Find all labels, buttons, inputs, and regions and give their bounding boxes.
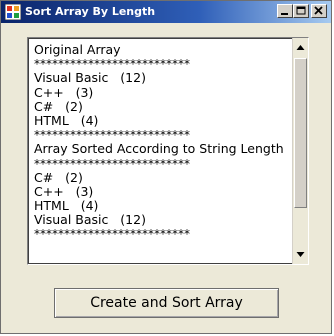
maximize-icon (296, 6, 306, 15)
list-item[interactable]: ************************** (29, 157, 292, 171)
list-item[interactable]: C++ (3) (29, 85, 292, 100)
maximize-button[interactable] (293, 4, 309, 18)
close-button[interactable] (311, 4, 327, 18)
list-item[interactable]: Visual Basic (12) (29, 213, 292, 227)
list-item[interactable]: C++ (3) (29, 184, 292, 199)
list-item[interactable]: ************************** (29, 57, 292, 71)
minimize-icon (281, 13, 288, 15)
scrollbar-thumb[interactable] (294, 58, 307, 208)
create-and-sort-array-button[interactable]: Create and Sort Array (54, 288, 279, 318)
scroll-up-arrow-icon[interactable] (293, 40, 308, 56)
list-item[interactable]: Visual Basic (12) (29, 71, 292, 85)
close-icon (314, 6, 323, 15)
list-item[interactable]: Original Array (29, 42, 292, 57)
listbox-content: Original Array **************************… (28, 38, 292, 264)
list-item[interactable]: HTML (4) (29, 113, 292, 128)
title-bar[interactable]: Sort Array By Length (1, 1, 331, 23)
list-item[interactable]: C# (2) (29, 99, 292, 114)
list-item[interactable]: ************************** (29, 128, 292, 142)
minimize-button[interactable] (277, 4, 293, 18)
results-listbox[interactable]: Original Array **************************… (27, 37, 309, 265)
scroll-down-arrow-icon[interactable] (293, 246, 308, 262)
list-items: Original Array **************************… (29, 39, 292, 242)
main-window: Sort Array By Length Original Array *****… (0, 0, 332, 334)
window-title: Sort Array By Length (25, 5, 156, 18)
list-item[interactable]: Array Sorted According to String Length (29, 142, 292, 156)
list-item[interactable]: HTML (4) (29, 198, 292, 213)
list-item[interactable]: C# (2) (29, 170, 292, 185)
application-icon (4, 3, 22, 21)
list-item[interactable]: ************************** (29, 227, 292, 241)
vertical-scrollbar[interactable] (292, 38, 308, 264)
